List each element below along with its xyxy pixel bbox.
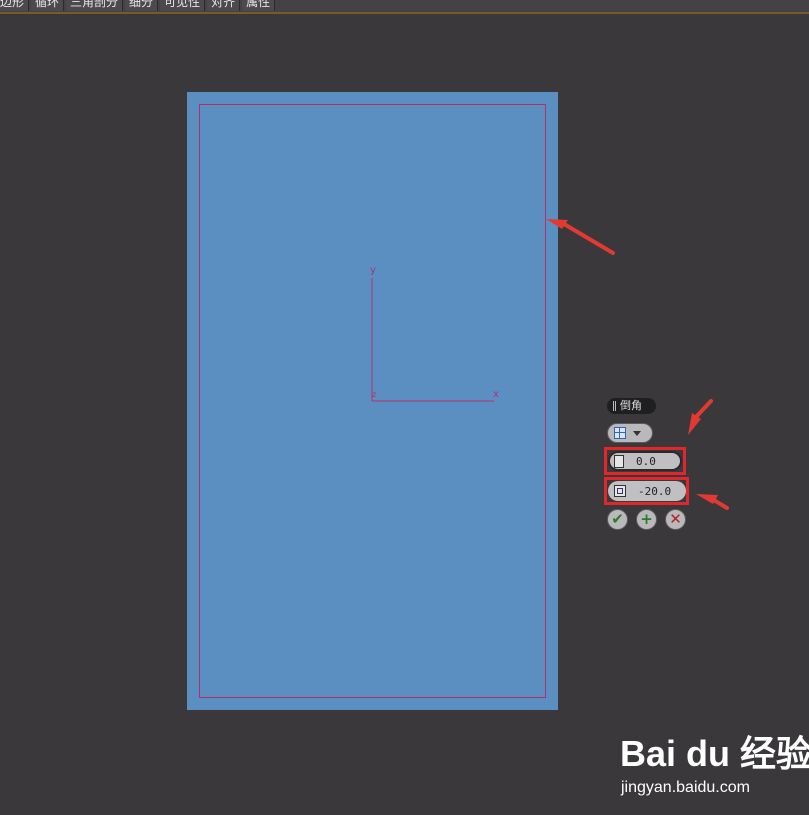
arrow-shaft-1 bbox=[562, 222, 615, 255]
caddy-title: 倒角 bbox=[620, 399, 642, 412]
caddy-title-bar[interactable]: 倒角 bbox=[607, 398, 656, 414]
apply-button[interactable]: + bbox=[636, 509, 657, 530]
chamfer-inset-value[interactable]: -20.0 bbox=[638, 485, 671, 498]
baidu-logo: Bai du 经验 bbox=[620, 733, 809, 774]
chamfer-inset-field[interactable]: -20.0 bbox=[608, 481, 686, 501]
plus-icon: + bbox=[640, 510, 653, 528]
height-icon bbox=[614, 454, 624, 468]
check-icon: ✔ bbox=[611, 510, 624, 528]
arrow-shaft-3 bbox=[710, 497, 729, 510]
cancel-button[interactable]: ✕ bbox=[665, 509, 686, 530]
chamfer-height-value[interactable]: 0.0 bbox=[636, 455, 656, 468]
x-icon: ✕ bbox=[669, 510, 682, 528]
drag-grip-icon[interactable] bbox=[613, 401, 616, 411]
chevron-down-icon bbox=[633, 430, 641, 436]
grid-icon bbox=[614, 427, 626, 439]
annotation-arrows bbox=[546, 219, 729, 510]
inset-icon bbox=[614, 485, 626, 497]
chamfer-height-field[interactable]: 0.0 bbox=[608, 451, 682, 471]
baidu-url: jingyan.baidu.com bbox=[621, 779, 750, 796]
arrow-shaft-2 bbox=[694, 399, 713, 419]
chamfer-mode-dropdown[interactable] bbox=[607, 423, 653, 443]
ok-button[interactable]: ✔ bbox=[607, 509, 628, 530]
